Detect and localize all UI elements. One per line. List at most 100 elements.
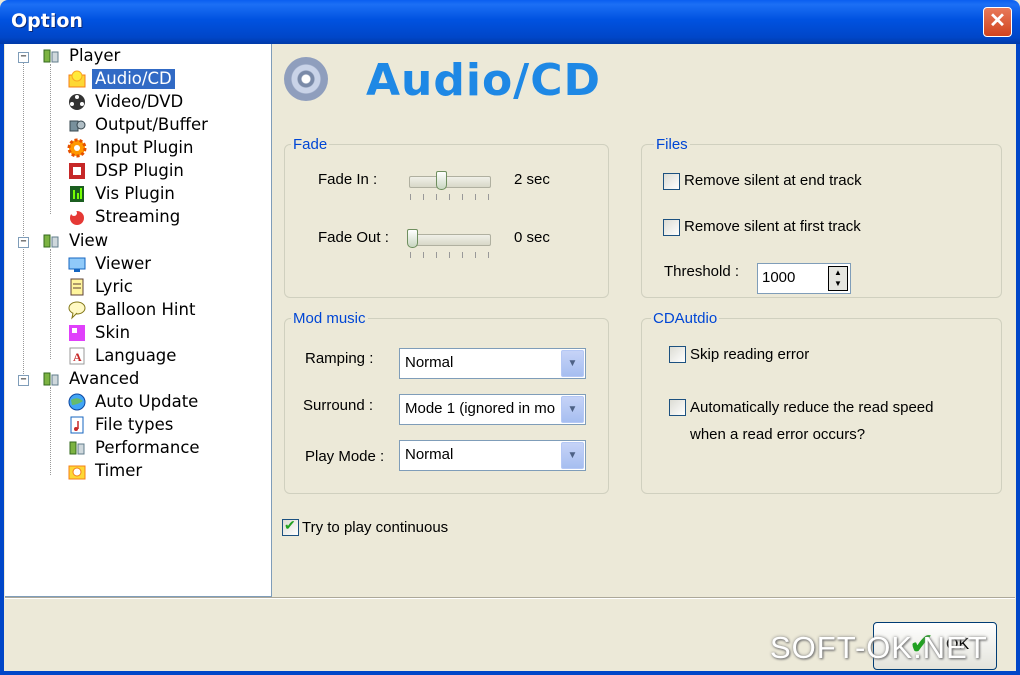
threshold-label: Threshold : [664,263,740,280]
reduce-read-speed-label-line2[interactable]: when a read error occurs? [690,426,865,443]
tree-item-vis-plugin[interactable]: Vis Plugin [67,183,178,205]
tree-line [50,64,51,214]
lyric-document-icon [67,277,87,297]
skip-reading-error-checkbox[interactable] [669,346,686,363]
play-mode-select[interactable]: Normal ▼ [399,440,586,471]
skip-reading-error-label[interactable]: Skip reading error [690,346,809,363]
tree-item-balloon-hint[interactable]: Balloon Hint [67,299,198,321]
audio-cd-icon [67,69,87,89]
spin-arrows-icon[interactable]: ▲ ▼ [828,266,848,291]
viewer-icon [67,254,87,274]
tree-item-viewer[interactable]: Viewer [67,253,154,275]
tree-group-player[interactable]: Player [41,45,123,67]
tree-item-lyric[interactable]: Lyric [67,276,136,298]
fade-in-value: 2 sec [514,171,550,188]
tree-item-label: Viewer [95,254,152,273]
play-mode-value: Normal [405,446,454,463]
dsp-plugin-icon [67,161,87,181]
tree-item-audio-cd[interactable]: Audio/CD [67,68,175,90]
options-tree[interactable]: − Player Audio/CD Video/DVD Output/Buffe… [5,44,272,597]
mod-music-group-label: Mod music [291,310,368,327]
chevron-down-icon[interactable]: ▼ [561,396,584,423]
remove-silent-first-checkbox[interactable] [663,219,680,236]
tree-item-dsp-plugin[interactable]: DSP Plugin [67,160,187,182]
threshold-spinbox[interactable]: 1000 ▲ ▼ [757,263,851,294]
bottom-separator [5,597,1015,599]
fade-in-ticks [410,194,492,200]
speaker-icon [67,115,87,135]
tree-item-label: Timer [95,461,143,480]
tree-item-video-dvd[interactable]: Video/DVD [67,91,186,113]
window-frame-right [1016,44,1020,675]
language-icon: A [67,346,87,366]
tree-item-file-types[interactable]: File types [67,414,176,436]
tree-item-label: Output/Buffer [95,115,208,134]
fade-in-slider[interactable] [409,176,491,188]
fade-out-value: 0 sec [514,229,550,246]
watermark: SOFT-OK.NET [770,630,988,665]
close-button[interactable]: ✕ [983,7,1012,37]
tree-item-timer[interactable]: Timer [67,460,145,482]
surround-label: Surround : [303,397,374,414]
tree-item-label: Balloon Hint [95,300,196,319]
surround-select[interactable]: Mode 1 (ignored in mo ▼ [399,394,586,425]
tree-group-label: View [69,231,109,250]
reduce-read-speed-label-line1[interactable]: Automatically reduce the read speed [690,399,933,416]
tree-item-label: Vis Plugin [95,184,175,203]
remove-silent-end-checkbox[interactable] [663,173,680,190]
globe-icon [67,392,87,412]
threshold-value[interactable]: 1000 [762,269,795,286]
film-reel-icon [67,92,87,112]
tree-item-label: Video/DVD [95,92,184,111]
tree-item-label: Input Plugin [95,138,194,157]
tree-expander-view[interactable]: − [18,237,29,248]
tree-expander-player[interactable]: − [18,52,29,63]
tree-item-label: Performance [95,438,200,457]
fade-out-slider[interactable] [409,234,491,246]
tree-group-view[interactable]: View [41,230,111,252]
fade-out-slider-thumb[interactable] [407,229,418,248]
tree-group-advanced[interactable]: Avanced [41,368,142,390]
tree-item-skin[interactable]: Skin [67,322,133,344]
vis-plugin-icon [67,184,87,204]
folder-tree-icon [41,369,61,389]
timer-icon [67,461,87,481]
window-frame-bottom [0,671,1020,675]
tree-item-performance[interactable]: Performance [67,437,203,459]
fade-out-label: Fade Out : [318,229,389,246]
try-play-continuous-label[interactable]: Try to play continuous [302,519,448,536]
tree-item-input-plugin[interactable]: Input Plugin [67,137,196,159]
fade-in-slider-thumb[interactable] [436,171,447,190]
try-play-continuous-checkbox[interactable] [282,517,299,536]
tree-item-streaming[interactable]: Streaming [67,206,183,228]
reduce-read-speed-checkbox[interactable] [669,399,686,416]
play-mode-label: Play Mode : [305,448,385,465]
performance-icon [67,438,87,458]
tree-line [50,249,51,359]
tree-item-auto-update[interactable]: Auto Update [67,391,201,413]
remove-silent-first-label[interactable]: Remove silent at first track [684,218,861,235]
tree-expander-advanced[interactable]: − [18,375,29,386]
tree-item-language[interactable]: A Language [67,345,179,367]
balloon-icon [67,300,87,320]
close-icon: ✕ [989,10,1006,32]
title-bar: Option ✕ [0,0,1020,44]
fade-in-label: Fade In : [318,171,378,188]
fade-group [284,144,609,298]
chevron-down-icon[interactable]: ▼ [561,350,584,377]
chevron-down-icon[interactable]: ▼ [561,442,584,469]
tree-line [50,387,51,475]
tree-item-output-buffer[interactable]: Output/Buffer [67,114,211,136]
tree-line [23,62,24,382]
tree-item-label: DSP Plugin [95,161,184,180]
remove-silent-end-label[interactable]: Remove silent at end track [684,172,862,189]
tree-item-label: Lyric [95,277,133,296]
tree-item-label: Audio/CD [92,69,175,89]
tree-group-label: Player [69,46,121,65]
tree-item-label: Skin [95,323,131,342]
tree-item-label: Auto Update [95,392,199,411]
ramping-select[interactable]: Normal ▼ [399,348,586,379]
tree-item-label: Streaming [95,207,181,226]
folder-tree-icon [41,46,61,66]
cdaudio-group-label: CDAutdio [651,310,720,327]
